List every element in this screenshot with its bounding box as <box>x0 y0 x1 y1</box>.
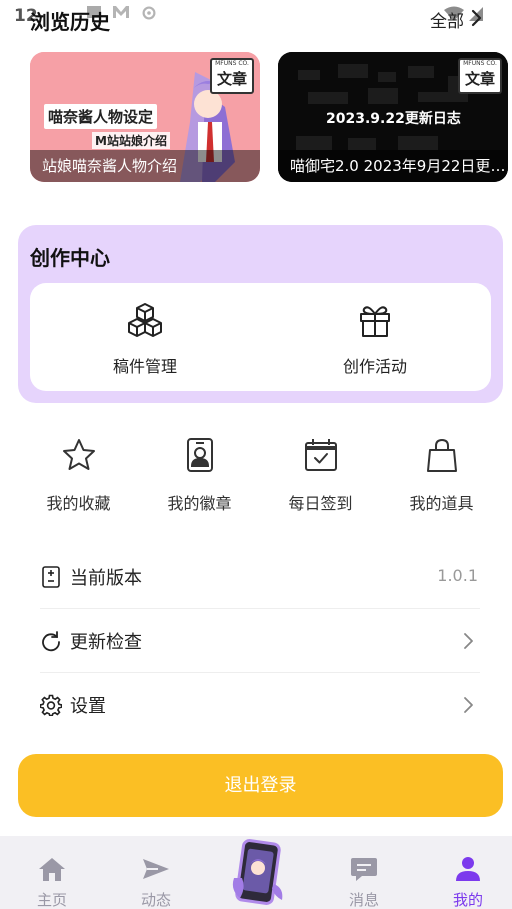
star-icon <box>63 439 95 470</box>
daily-checkin-label: 每日签到 <box>288 494 353 513</box>
view-all-link[interactable]: 全部 <box>430 7 464 32</box>
mail-icon <box>113 6 129 18</box>
cover-title: 喵奈酱人物设定 <box>44 104 158 129</box>
nav-messages-label: 消息 <box>348 891 379 909</box>
badge-icon <box>187 438 213 472</box>
manuscript-management-button[interactable]: 稿件管理 <box>30 283 260 391</box>
chevron-right-icon[interactable] <box>470 9 482 27</box>
manuscript-management-label: 稿件管理 <box>112 357 177 376</box>
creation-activities-button[interactable]: 创作活动 <box>260 283 490 391</box>
daily-checkin-button[interactable]: 每日签到 <box>260 435 381 515</box>
home-icon <box>39 858 65 881</box>
message-icon <box>351 858 377 881</box>
history-carousel[interactable]: 喵奈酱人物设定 M站站娘介绍 MFUNS CO. 文章 站娘喵奈酱人物介绍 20… <box>30 52 512 184</box>
my-items-label: 我的道具 <box>409 494 474 513</box>
nav-feed-label: 动态 <box>140 891 171 909</box>
nav-profile-label: 我的 <box>452 891 483 909</box>
quick-actions: 我的收藏 我的徽章 每日签到 我的道具 <box>18 435 503 515</box>
chevron-right-icon <box>464 633 473 649</box>
update-check-row[interactable]: 更新检查 <box>40 609 480 673</box>
update-check-label: 更新检查 <box>70 632 142 653</box>
send-icon <box>143 859 169 879</box>
badge-brand: MFUNS CO. <box>215 60 249 67</box>
my-favorites-label: 我的收藏 <box>46 494 111 513</box>
version-icon <box>42 566 60 588</box>
settings-label: 设置 <box>70 696 106 717</box>
bottom-nav: 主页 动态 消息 我的 <box>0 836 512 909</box>
nav-center-mascot[interactable] <box>226 838 288 908</box>
version-row: 当前版本 1.0.1 <box>40 545 480 609</box>
creation-center-menu: 稿件管理 创作活动 <box>30 283 491 391</box>
article-badge: MFUNS CO. 文章 <box>458 58 502 94</box>
nav-home-label: 主页 <box>36 891 67 909</box>
chevron-right-icon <box>464 697 473 713</box>
logout-button[interactable]: 退出登录 <box>18 754 503 817</box>
my-badges-button[interactable]: 我的徽章 <box>139 435 260 515</box>
nav-feed[interactable]: 动态 <box>104 836 208 909</box>
nav-home[interactable]: 主页 <box>0 836 104 909</box>
refresh-icon <box>42 631 60 652</box>
cover-title: 2023.9.22更新日志 <box>326 111 461 127</box>
page-title: 浏览历史 <box>30 10 110 34</box>
my-badges-label: 我的徽章 <box>167 494 232 513</box>
bag-icon <box>427 439 457 472</box>
history-card-title: 喵御宅2.0 2023年9月22日更新日志 <box>278 150 508 182</box>
calendar-check-icon <box>305 439 337 471</box>
user-icon <box>456 857 480 881</box>
cover-subtitle: M站站娘介绍 <box>92 132 170 149</box>
gear-icon <box>40 694 62 716</box>
badge-label: 文章 <box>216 70 247 88</box>
nav-profile[interactable]: 我的 <box>416 836 512 909</box>
creation-activities-label: 创作活动 <box>342 357 407 376</box>
history-card[interactable]: 2023.9.22更新日志 MFUNS CO. 文章 喵御宅2.0 2023年9… <box>278 52 508 182</box>
nav-messages[interactable]: 消息 <box>312 836 416 909</box>
settings-status-icon <box>142 6 156 20</box>
settings-row[interactable]: 设置 <box>40 673 480 737</box>
gift-icon <box>360 306 390 337</box>
creation-center-title: 创作中心 <box>30 246 110 270</box>
badge-label: 文章 <box>464 70 495 88</box>
mascot-center-icon <box>232 839 283 905</box>
creation-center-panel: 创作中心 稿件管理 创作活动 <box>18 225 503 403</box>
article-badge: MFUNS CO. 文章 <box>210 58 254 94</box>
badge-brand: MFUNS CO. <box>463 60 497 67</box>
version-value: 1.0.1 <box>437 566 478 585</box>
history-card[interactable]: 喵奈酱人物设定 M站站娘介绍 MFUNS CO. 文章 站娘喵奈酱人物介绍 <box>30 52 260 182</box>
history-card-title: 站娘喵奈酱人物介绍 <box>30 150 260 182</box>
cubes-icon <box>128 303 162 337</box>
my-favorites-button[interactable]: 我的收藏 <box>18 435 139 515</box>
settings-list: 当前版本 1.0.1 更新检查 设置 <box>40 545 480 737</box>
my-items-button[interactable]: 我的道具 <box>381 435 502 515</box>
version-label: 当前版本 <box>70 568 142 589</box>
